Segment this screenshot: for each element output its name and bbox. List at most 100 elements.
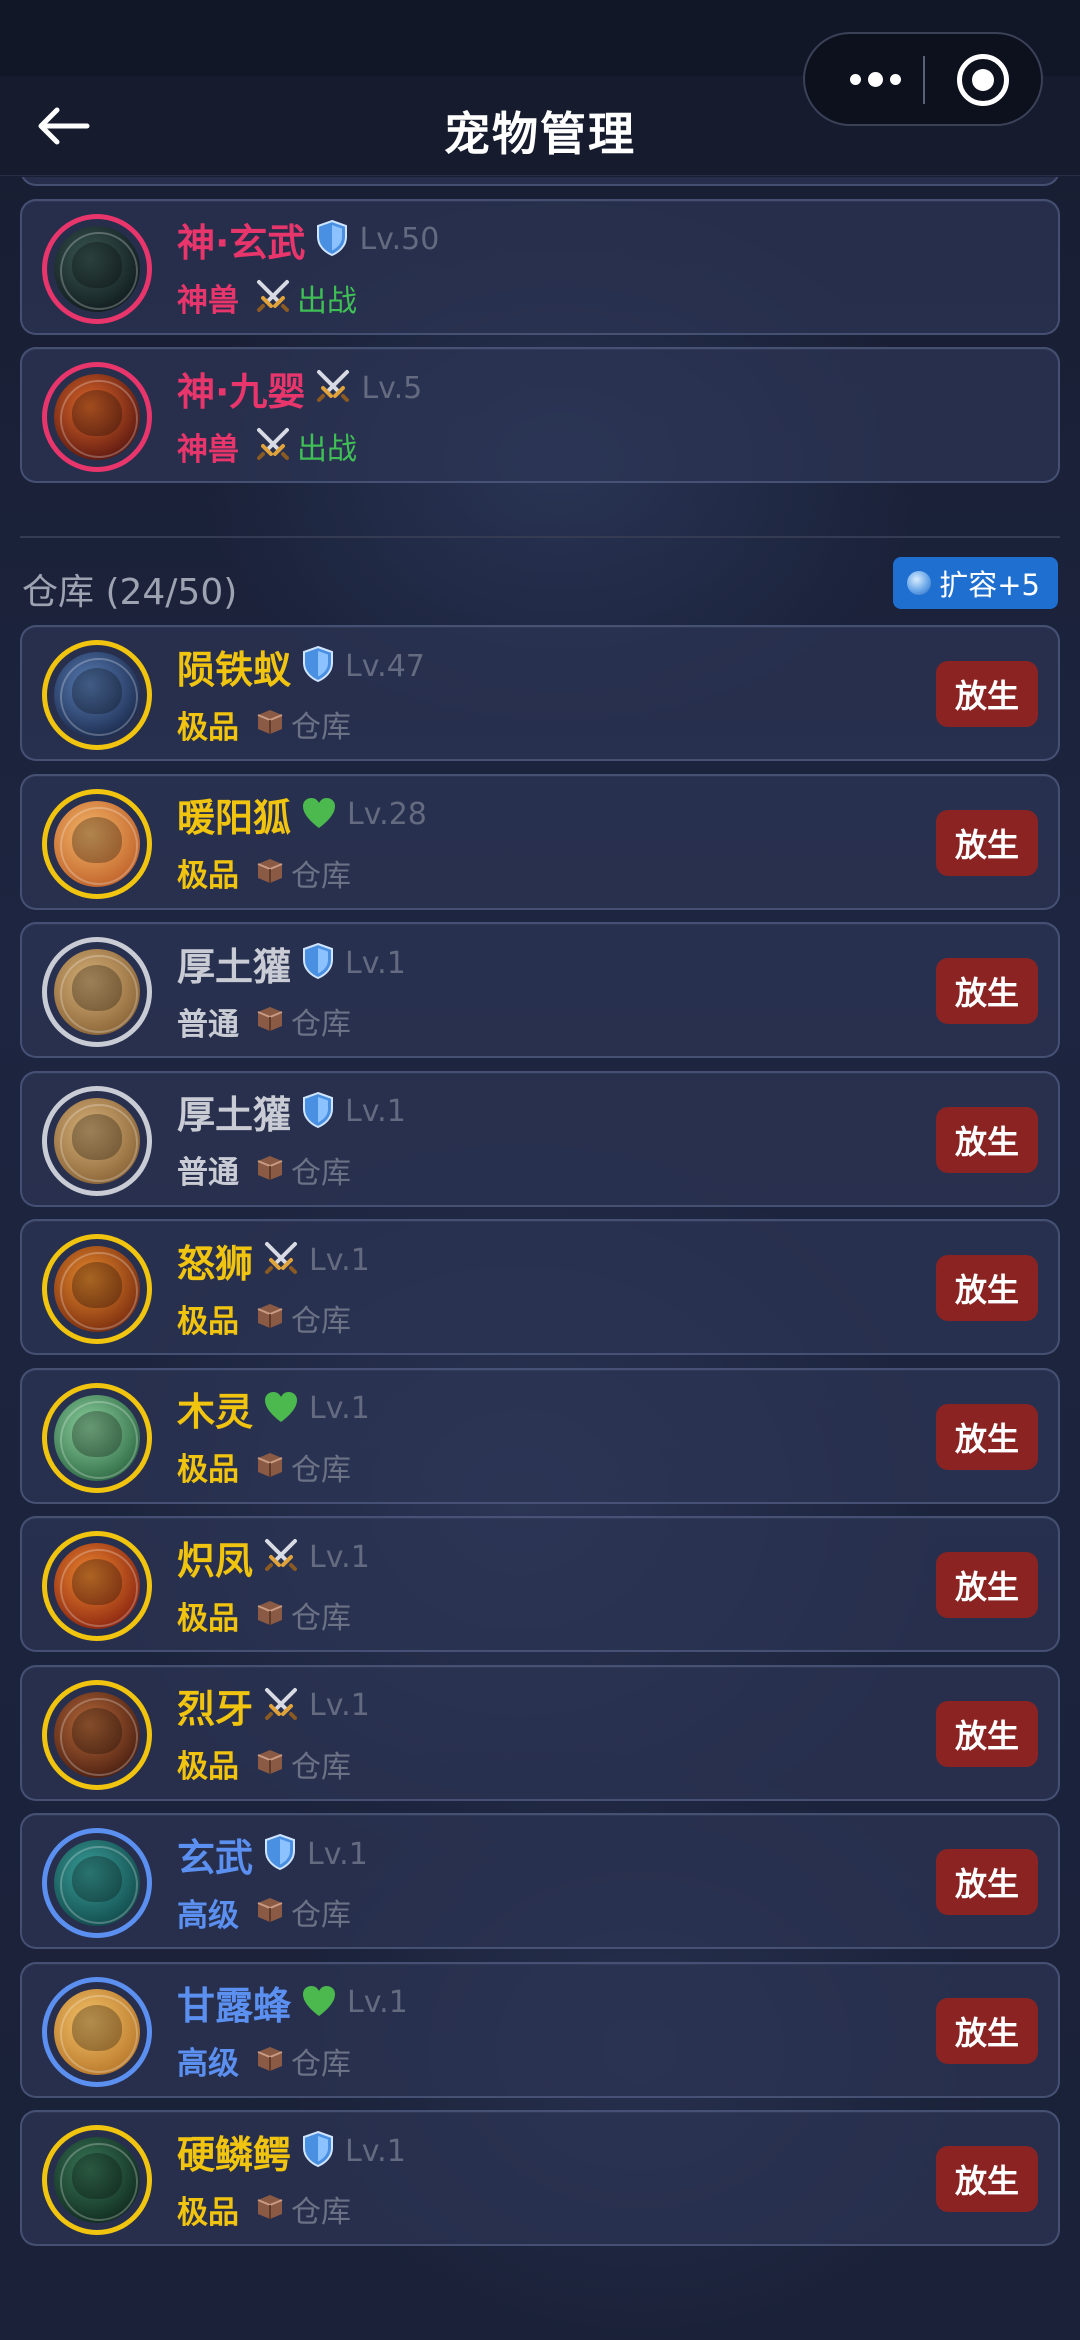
pet-sub-row: 神兽 出战 [177, 423, 357, 469]
pet-level: Lv.28 [347, 797, 427, 832]
box-icon [255, 2044, 285, 2078]
pet-avatar-image [54, 800, 140, 887]
pet-status: 仓库 [291, 710, 351, 745]
pet-name: 硬鳞鳄 [177, 2132, 292, 2177]
pet-card[interactable]: 坚壳螺Lv.50极品出战 [20, 177, 1060, 186]
box-icon [255, 1598, 285, 1632]
release-button[interactable]: 放生 [936, 1997, 1038, 2064]
shield-icon [301, 1091, 335, 1133]
pet-status: 仓库 [291, 1155, 351, 1191]
pet-rarity: 极品 [177, 1749, 239, 1785]
pet-name-row: 厚土獾 Lv.1 [177, 936, 406, 990]
pet-avatar [42, 640, 152, 750]
gem-icon [907, 571, 932, 595]
release-button[interactable]: 放生 [936, 1700, 1038, 1767]
pet-card[interactable]: 炽凤 Lv.1 极品 仓库 放生 [20, 1516, 1060, 1652]
pet-level: Lv.1 [345, 1094, 406, 1129]
pet-name-row: 神·玄武 Lv.50 [177, 213, 439, 267]
pet-status: 仓库 [291, 1749, 351, 1785]
pet-status: 仓库 [291, 858, 351, 894]
pet-name-row: 陨铁蚁 Lv.47 [177, 639, 425, 693]
pet-level: Lv.1 [309, 1688, 370, 1723]
pet-sub-row: 高级 仓库 [177, 2038, 351, 2084]
pet-avatar-image [54, 1097, 140, 1184]
pet-status: 仓库 [291, 2046, 351, 2082]
pet-card[interactable]: 硬鳞鳄 Lv.1 极品 仓库 放生 [20, 2110, 1060, 2246]
pet-name: 厚土獾 [177, 944, 292, 989]
pet-name-row: 木灵 Lv.1 [177, 1382, 370, 1436]
pet-card[interactable]: 厚土獾 Lv.1 普通 仓库 放生 [20, 922, 1060, 1058]
pet-avatar [42, 1085, 152, 1196]
pet-card[interactable]: 厚土獾 Lv.1 普通 仓库 放生 [20, 1070, 1060, 1207]
pet-level: Lv.47 [345, 648, 425, 684]
pet-avatar-image [54, 374, 140, 460]
pet-card[interactable]: 烈牙 Lv.1 极品 仓库 放生 [20, 1664, 1060, 1801]
pet-sub-row: 极品 仓库 [177, 701, 351, 747]
pet-status: 出战 [297, 283, 357, 319]
pet-name-row: 烈牙 Lv.1 [177, 1679, 370, 1733]
pet-name-row: 甘露蜂 Lv.1 [177, 1976, 408, 2030]
pet-avatar-image [54, 652, 140, 738]
pet-management-page: 宠物管理 坚壳螺Lv.50极品出战神·玄武Lv.50神兽出战神·九婴Lv.5神兽… [0, 0, 1080, 2340]
release-button[interactable]: 放生 [936, 958, 1038, 1024]
pet-name: 玄武 [177, 1835, 254, 1880]
pet-sub-row: 极品 仓库 [177, 850, 351, 896]
pet-avatar-image [54, 1988, 140, 2075]
pet-avatar-image [54, 949, 140, 1035]
swords-icon [263, 1537, 299, 1577]
pet-name-row: 硬鳞鳄 Lv.1 [177, 2124, 406, 2178]
release-button[interactable]: 放生 [936, 1849, 1038, 1915]
release-button[interactable]: 放生 [936, 2146, 1038, 2212]
pet-name-row: 怒狮 Lv.1 [177, 1233, 370, 1287]
heart-icon [301, 1984, 337, 2022]
pet-card[interactable]: 甘露蜂 Lv.1 高级 仓库 放生 [20, 1961, 1060, 2098]
pet-list-scroll[interactable]: 坚壳螺Lv.50极品出战神·玄武Lv.50神兽出战神·九婴Lv.5 神兽出战仓库 … [0, 177, 1080, 2340]
release-button[interactable]: 放生 [936, 1106, 1038, 1173]
pet-card[interactable]: 木灵 Lv.1 极品 仓库 放生 [20, 1367, 1060, 1504]
pet-level: Lv.1 [309, 1242, 370, 1278]
pet-sub-row: 极品 仓库 [177, 1741, 351, 1787]
pet-card[interactable]: 神·玄武 Lv.50 神兽 出战 [20, 198, 1060, 335]
shield-icon [263, 1833, 297, 1875]
box-icon [255, 1895, 285, 1929]
pet-status: 仓库 [291, 1898, 351, 1933]
pet-avatar [42, 1679, 152, 1790]
release-button[interactable]: 放生 [936, 1552, 1038, 1618]
pet-avatar-image [54, 1246, 140, 1332]
swords-icon [263, 1686, 299, 1726]
pet-name-row: 神·九婴 Lv.5 [177, 361, 422, 415]
more-menu-button[interactable] [835, 34, 915, 124]
close-miniprogram-button[interactable] [957, 54, 1009, 106]
pet-avatar [42, 788, 152, 899]
release-button[interactable]: 放生 [936, 1403, 1038, 1470]
pet-avatar-image [54, 1691, 140, 1778]
pet-name: 神·玄武 [177, 221, 306, 265]
pet-avatar [42, 1976, 152, 2087]
pet-status: 仓库 [291, 1601, 351, 1636]
release-button[interactable]: 放生 [936, 661, 1038, 727]
pet-name-row: 暖阳狐 Lv.28 [177, 788, 427, 842]
pet-card[interactable]: 神·九婴 Lv.5 神兽 出战 [20, 347, 1060, 483]
pet-card[interactable]: 玄武 Lv.1 高级 仓库 放生 [20, 1813, 1060, 1949]
pet-rarity: 极品 [177, 2194, 239, 2231]
release-button[interactable]: 放生 [936, 1255, 1038, 1321]
pet-rarity: 极品 [177, 709, 239, 746]
pet-card[interactable]: 暖阳狐 Lv.28 极品 仓库 放生 [20, 773, 1060, 910]
shield-icon [301, 942, 335, 984]
pet-level: Lv.1 [345, 945, 406, 981]
expand-capacity-button[interactable]: 扩容+5 [893, 557, 1058, 609]
pet-avatar [42, 213, 152, 324]
pet-sub-row: 普通 仓库 [177, 1147, 351, 1193]
warehouse-header: 仓库 (24/50) 扩容+5 [20, 557, 1060, 617]
pet-card[interactable]: 陨铁蚁 Lv.47 极品 仓库 放生 [20, 625, 1060, 761]
pet-card[interactable]: 怒狮 Lv.1 极品 仓库 放生 [20, 1219, 1060, 1355]
dot-icon [889, 73, 901, 85]
pet-rarity: 普通 [177, 1006, 239, 1043]
pet-avatar-image [54, 1840, 140, 1926]
dot-icon [867, 71, 883, 87]
heart-icon [301, 796, 337, 834]
pet-status: 仓库 [291, 2195, 351, 2230]
release-button[interactable]: 放生 [936, 809, 1038, 876]
pet-avatar [42, 1531, 152, 1641]
box-icon [255, 1004, 285, 1038]
